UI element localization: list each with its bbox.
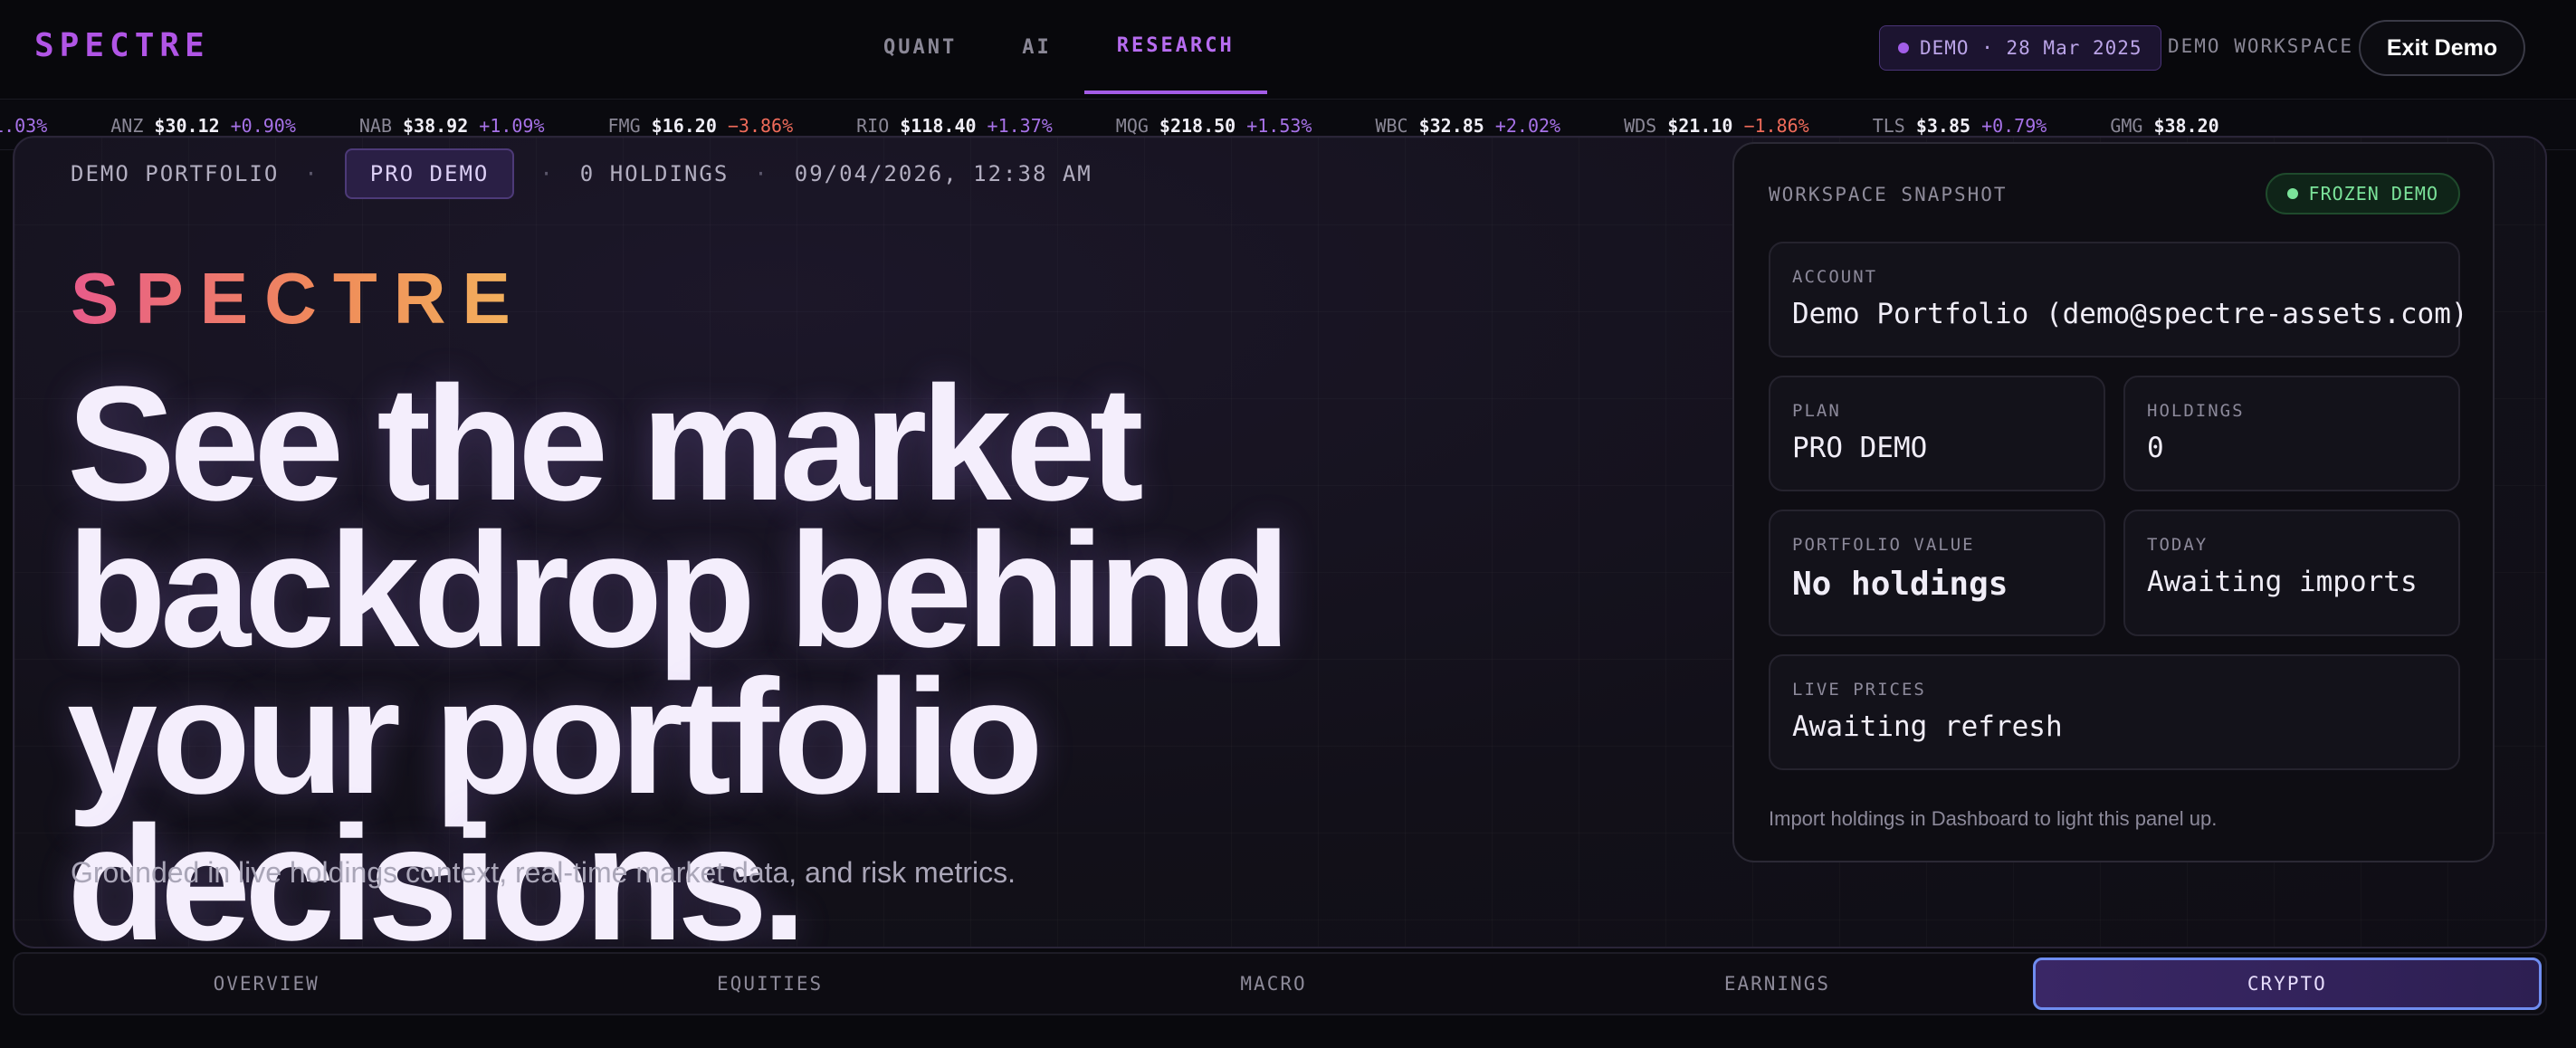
ticker-symbol: WDS [1624,114,1657,137]
ticker-symbol: MQG [1115,114,1149,137]
ticker-item[interactable]: GMG $38.20 [2110,115,2218,137]
meta-timestamp: 09/04/2026, 12:38 AM [794,161,1092,186]
ticker-symbol: GMG [2110,114,2143,137]
account-box: ACCOUNT Demo Portfolio (demo@spectre-ass… [1769,242,2468,357]
ticker-item[interactable]: ANZ $30.12 +0.90% [110,115,296,137]
frozen-demo-badge: FROZEN DEMO [2265,173,2460,214]
plan-badge: PRO DEMO [344,148,515,199]
live-prices-box: LIVE PRICES Awaiting refresh [1769,654,2460,770]
ticker-change: +1.09% [479,114,545,137]
portfolio-value-label: PORTFOLIO VALUE [1792,535,1975,555]
ticker-symbol: TLS [1872,114,1905,137]
portfolio-value-box: PORTFOLIO VALUE No holdings [1769,510,2105,636]
ticker-change: +1.53% [1246,114,1312,137]
portfolio-value: No holdings [1792,566,2008,603]
status-dot-icon [2286,188,2298,199]
live-prices-label: LIVE PRICES [1792,680,1926,700]
ticker-price: $38.20 [2153,114,2219,137]
workspace-label: DEMO WORKSPACE [2168,35,2354,57]
ticker-item[interactable]: WDS $21.10 −1.86% [1624,115,1809,137]
snapshot-title: WORKSPACE SNAPSHOT [1769,184,2008,205]
ticker-price: $21.10 [1667,114,1733,137]
meta-separator: · [304,161,320,186]
ticker-item[interactable]: +1.03% [0,115,47,137]
ticker-symbol: RIO [856,114,890,137]
account-label: ACCOUNT [1792,267,1878,287]
ticker-symbol: NAB [358,114,392,137]
top-nav: SPECTRE QUANT AI RESEARCH DEMO · 28 Mar … [0,0,2576,100]
today-value: Awaiting imports [2147,566,2418,598]
tab-macro[interactable]: MACRO [1022,954,1525,1014]
hero-wordmark: SPECTRE [71,258,527,338]
exit-demo-button[interactable]: Exit Demo [2359,20,2525,76]
ticker-price: $118.40 [900,114,977,137]
section-tabs: OVERVIEW EQUITIES MACRO EARNINGS CRYPTO [13,952,2547,1015]
ticker-change: +2.02% [1494,114,1561,137]
ticker-symbol: WBC [1375,114,1408,137]
ticker-price: $3.85 [1915,114,1971,137]
ticker-price: $32.85 [1418,114,1484,137]
ticker-price: $16.20 [651,114,717,137]
holdings-label: HOLDINGS [2147,401,2245,421]
ticker-change: +1.03% [0,114,48,137]
ticker-change: +1.37% [987,114,1053,137]
demo-date-label: DEMO · 28 Mar 2025 [1920,37,2142,59]
ticker-change: −3.86% [727,114,794,137]
ticker-item[interactable]: MQG $218.50 +1.53% [1116,115,1312,137]
tab-crypto[interactable]: CRYPTO [2032,957,2543,1010]
meta-account: DEMO PORTFOLIO [71,161,280,186]
frozen-demo-label: FROZEN DEMO [2308,183,2438,205]
status-dot-icon [1898,43,1909,53]
workspace-snapshot-panel: WORKSPACE SNAPSHOT FROZEN DEMO ACCOUNT D… [1732,142,2495,862]
holdings-value: 0 [2147,432,2164,464]
meta-separator: · [539,161,555,186]
ticker-symbol: ANZ [110,114,144,137]
plan-value: PRO DEMO [1792,432,1928,464]
holdings-box: HOLDINGS 0 [2123,376,2460,491]
ticker-item[interactable]: WBC $32.85 +2.02% [1375,115,1560,137]
ticker-item[interactable]: NAB $38.92 +1.09% [359,115,545,137]
ticker-change: +0.90% [230,114,296,137]
today-box: TODAY Awaiting imports [2123,510,2460,636]
brand-logo[interactable]: SPECTRE [34,27,210,64]
primary-tabs: QUANT AI RESEARCH [851,0,1267,100]
tab-quant[interactable]: QUANT [851,0,989,94]
account-value: Demo Portfolio (demo@spectre-assets.com) [1792,298,2468,330]
snapshot-footer-note: Import holdings in Dashboard to light th… [1769,807,2218,830]
hero-subline: Grounded in live holdings context, real-… [71,856,1016,889]
ticker-item[interactable]: FMG $16.20 −3.86% [608,115,794,137]
ticker-price: $30.12 [154,114,220,137]
portfolio-meta-row: DEMO PORTFOLIO · PRO DEMO · 0 HOLDINGS ·… [71,148,1092,199]
hero-card: DEMO PORTFOLIO · PRO DEMO · 0 HOLDINGS ·… [13,136,2547,948]
tab-ai[interactable]: AI [989,0,1084,94]
tab-overview[interactable]: OVERVIEW [14,954,518,1014]
tab-earnings[interactable]: EARNINGS [1525,954,2028,1014]
live-prices-value: Awaiting refresh [1792,710,2063,743]
plan-box: PLAN PRO DEMO [1769,376,2105,491]
ticker-change: +0.79% [1981,114,2047,137]
ticker-item[interactable]: RIO $118.40 +1.37% [856,115,1053,137]
ticker-item[interactable]: TLS $3.85 +0.79% [1873,115,2047,137]
plan-label: PLAN [1792,401,1841,421]
demo-date-badge: DEMO · 28 Mar 2025 [1879,25,2161,71]
tab-research[interactable]: RESEARCH [1083,0,1267,94]
today-label: TODAY [2147,535,2209,555]
ticker-price: $38.92 [403,114,469,137]
ticker-change: −1.86% [1743,114,1809,137]
tab-equities[interactable]: EQUITIES [518,954,1021,1014]
ticker-symbol: FMG [607,114,641,137]
meta-holdings: 0 HOLDINGS [579,161,730,186]
meta-separator: · [754,161,769,186]
ticker-price: $218.50 [1159,114,1236,137]
